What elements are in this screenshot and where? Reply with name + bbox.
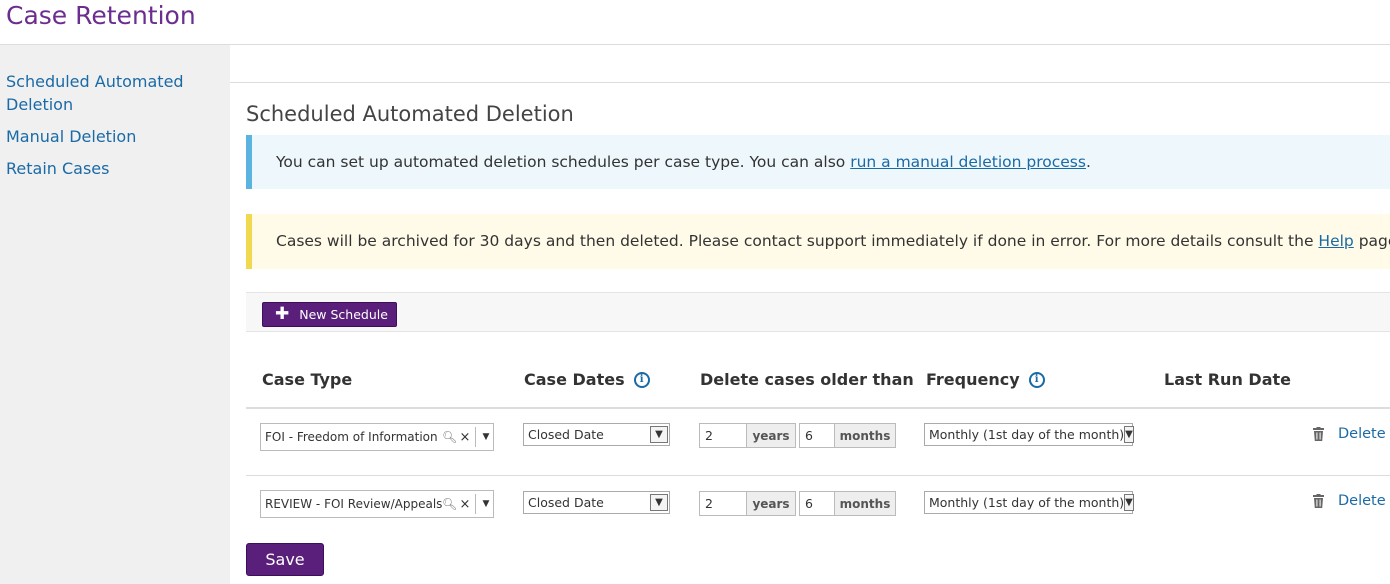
search-icon[interactable]: 🔍︎ [442, 430, 458, 444]
manual-deletion-link[interactable]: run a manual deletion process [850, 153, 1086, 171]
column-header-case-dates: Case Dates i [524, 370, 650, 389]
help-link[interactable]: Help [1318, 232, 1353, 250]
case-type-combobox[interactable]: REVIEW - FOI Review/Appeals 🔍︎ × ▼ [260, 490, 494, 518]
sidebar: Scheduled Automated Deletion Manual Dele… [0, 45, 230, 584]
years-input[interactable]: 2 [699, 423, 747, 448]
info-alert: You can set up automated deletion schedu… [246, 135, 1390, 189]
save-button[interactable]: Save [246, 543, 324, 576]
frequency-select[interactable]: Monthly (1st day of the month) ▼ [924, 423, 1134, 446]
divider [475, 494, 476, 514]
months-input[interactable]: 6 [799, 423, 835, 448]
chevron-down-icon[interactable]: ▼ [479, 499, 493, 509]
chevron-down-icon: ▼ [650, 426, 668, 443]
sidebar-item-manual-deletion[interactable]: Manual Deletion [6, 125, 216, 148]
warning-alert-text: Cases will be archived for 30 days and t… [276, 232, 1319, 250]
warning-alert-end: page. [1358, 232, 1390, 250]
section-title: Scheduled Automated Deletion [246, 102, 574, 126]
frequency-select[interactable]: Monthly (1st day of the month) ▼ [924, 491, 1134, 514]
years-addon: years [747, 491, 796, 516]
info-alert-text: You can set up automated deletion schedu… [276, 153, 851, 171]
case-dates-select[interactable]: Closed Date ▼ [523, 491, 670, 514]
column-header-case-type: Case Type [262, 370, 353, 389]
table-header-divider [246, 407, 1390, 409]
new-schedule-label: New Schedule [299, 307, 388, 322]
toolbar: ✚ New Schedule [246, 292, 1390, 332]
years-addon: years [747, 423, 796, 448]
months-addon: months [835, 491, 896, 516]
warning-alert: Cases will be archived for 30 days and t… [246, 214, 1390, 269]
clear-icon[interactable]: × [458, 497, 472, 512]
search-icon[interactable]: 🔍︎ [442, 497, 458, 511]
column-header-frequency: Frequency i [926, 370, 1045, 389]
months-addon: months [835, 423, 896, 448]
plus-icon: ✚ [275, 304, 290, 324]
months-input[interactable]: 6 [799, 491, 835, 516]
column-header-delete-older-than: Delete cases older than [700, 370, 914, 389]
chevron-down-icon: ▼ [1124, 426, 1134, 443]
case-type-combobox[interactable]: FOI - Freedom of Information 🔍︎ × ▼ [260, 423, 494, 451]
clear-icon[interactable]: × [458, 430, 472, 445]
chevron-down-icon: ▼ [650, 494, 668, 511]
page-header: Case Retention [0, 0, 1390, 45]
chevron-down-icon[interactable]: ▼ [479, 432, 493, 442]
sidebar-item-scheduled-automated-deletion[interactable]: Scheduled Automated Deletion [6, 70, 216, 116]
trash-icon [1313, 427, 1324, 441]
sidebar-item-retain-cases[interactable]: Retain Cases [6, 157, 216, 180]
info-alert-end: . [1085, 153, 1091, 171]
years-input[interactable]: 2 [699, 491, 747, 516]
info-icon[interactable]: i [633, 371, 650, 388]
page-title: Case Retention [6, 1, 196, 30]
case-dates-select[interactable]: Closed Date ▼ [523, 423, 670, 446]
new-schedule-button[interactable]: ✚ New Schedule [262, 302, 397, 327]
column-header-last-run-date: Last Run Date [1164, 370, 1291, 389]
info-icon[interactable]: i [1028, 371, 1045, 388]
divider [230, 82, 1390, 83]
trash-icon [1313, 494, 1324, 508]
main-content: Scheduled Automated Deletion You can set… [230, 45, 1390, 584]
delete-button[interactable]: Delete [1312, 426, 1386, 442]
divider [475, 427, 476, 447]
chevron-down-icon: ▼ [1124, 494, 1134, 511]
delete-button[interactable]: Delete [1312, 493, 1386, 509]
row-divider [246, 475, 1390, 476]
